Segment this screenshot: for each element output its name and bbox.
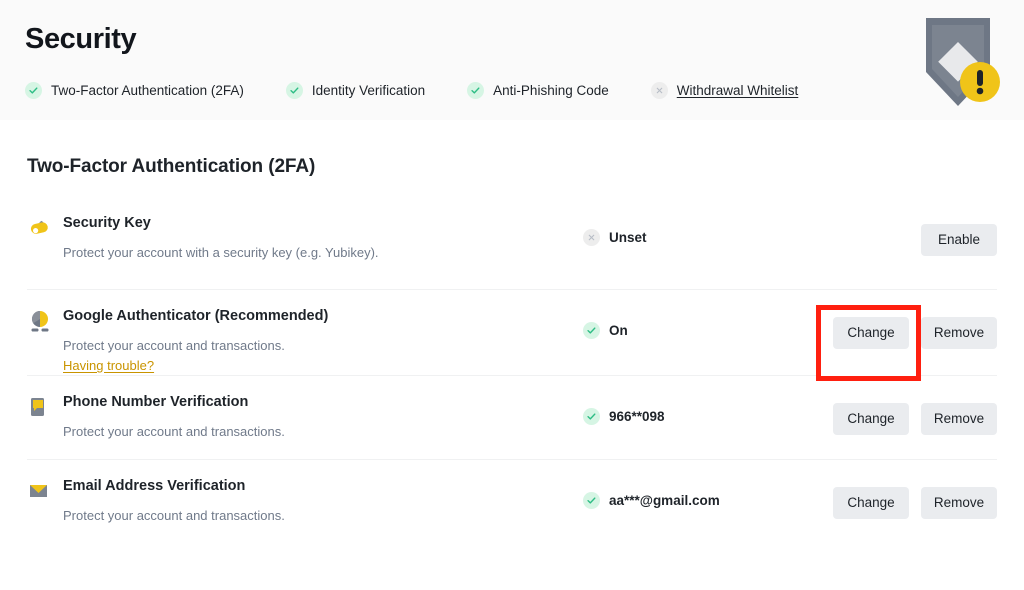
- check-circle-icon: [583, 408, 600, 425]
- method-description: Protect your account and transactions.: [63, 506, 583, 525]
- row-actions: Enable: [921, 224, 997, 256]
- change-button[interactable]: Change: [833, 487, 909, 519]
- change-button[interactable]: Change: [833, 317, 909, 349]
- row-actions: Change Remove: [833, 403, 997, 435]
- list-item: Phone Number Verification Protect your a…: [27, 375, 997, 459]
- tab-two-factor-authentication[interactable]: Two-Factor Authentication (2FA): [25, 82, 244, 99]
- method-name: Email Address Verification: [63, 476, 583, 496]
- tab-label: Identity Verification: [312, 83, 425, 98]
- section-title: Two-Factor Authentication (2FA): [27, 120, 997, 188]
- method-name: Security Key: [63, 213, 583, 233]
- check-circle-icon: [286, 82, 303, 99]
- phone-icon: [27, 394, 53, 420]
- method-description: Protect your account and transactions.: [63, 336, 583, 355]
- list-item: Email Address Verification Protect your …: [27, 459, 997, 543]
- tab-identity-verification[interactable]: Identity Verification: [286, 82, 425, 99]
- security-settings-page: Security Two-Factor Authentication (2FA)…: [0, 0, 1024, 590]
- shield-warning-illustration: [904, 10, 1004, 110]
- method-info: Phone Number Verification Protect your a…: [63, 392, 583, 441]
- method-name: Phone Number Verification: [63, 392, 583, 412]
- status-badge: 966**098: [583, 408, 783, 425]
- tab-label: Anti-Phishing Code: [493, 83, 609, 98]
- tab-label: Withdrawal Whitelist: [677, 83, 799, 98]
- google-authenticator-icon: [27, 308, 53, 334]
- x-circle-icon: [651, 82, 668, 99]
- status-value: Unset: [609, 230, 647, 245]
- tab-label: Two-Factor Authentication (2FA): [51, 83, 244, 98]
- method-description: Protect your account and transactions.: [63, 422, 583, 441]
- x-circle-icon: [583, 229, 600, 246]
- main-content: Two-Factor Authentication (2FA) Security…: [0, 120, 1024, 543]
- tab-anti-phishing-code[interactable]: Anti-Phishing Code: [467, 82, 609, 99]
- security-status-tabs: Two-Factor Authentication (2FA) Identity…: [25, 82, 840, 99]
- method-info: Google Authenticator (Recommended) Prote…: [63, 306, 583, 375]
- list-item: Security Key Protect your account with a…: [27, 205, 997, 289]
- check-circle-icon: [467, 82, 484, 99]
- email-icon: [27, 478, 53, 504]
- security-key-icon: [27, 215, 53, 241]
- check-circle-icon: [583, 322, 600, 339]
- having-trouble-link[interactable]: Having trouble?: [63, 358, 154, 373]
- row-actions: Change Remove: [833, 487, 997, 519]
- method-info: Security Key Protect your account with a…: [63, 213, 583, 262]
- remove-button[interactable]: Remove: [921, 403, 997, 435]
- enable-button[interactable]: Enable: [921, 224, 997, 256]
- method-description: Protect your account with a security key…: [63, 243, 583, 262]
- remove-button[interactable]: Remove: [921, 487, 997, 519]
- tab-withdrawal-whitelist[interactable]: Withdrawal Whitelist: [651, 82, 799, 99]
- check-circle-icon: [25, 82, 42, 99]
- method-name: Google Authenticator (Recommended): [63, 306, 583, 326]
- page-title: Security: [25, 23, 136, 56]
- status-value: 966**098: [609, 409, 665, 424]
- page-header: Security Two-Factor Authentication (2FA)…: [0, 0, 1024, 120]
- status-value: aa***@gmail.com: [609, 493, 720, 508]
- status-badge: On: [583, 322, 783, 339]
- remove-button[interactable]: Remove: [921, 317, 997, 349]
- check-circle-icon: [583, 492, 600, 509]
- status-badge: Unset: [583, 229, 783, 246]
- method-info: Email Address Verification Protect your …: [63, 476, 583, 525]
- status-badge: aa***@gmail.com: [583, 492, 783, 509]
- change-button[interactable]: Change: [833, 403, 909, 435]
- status-value: On: [609, 323, 628, 338]
